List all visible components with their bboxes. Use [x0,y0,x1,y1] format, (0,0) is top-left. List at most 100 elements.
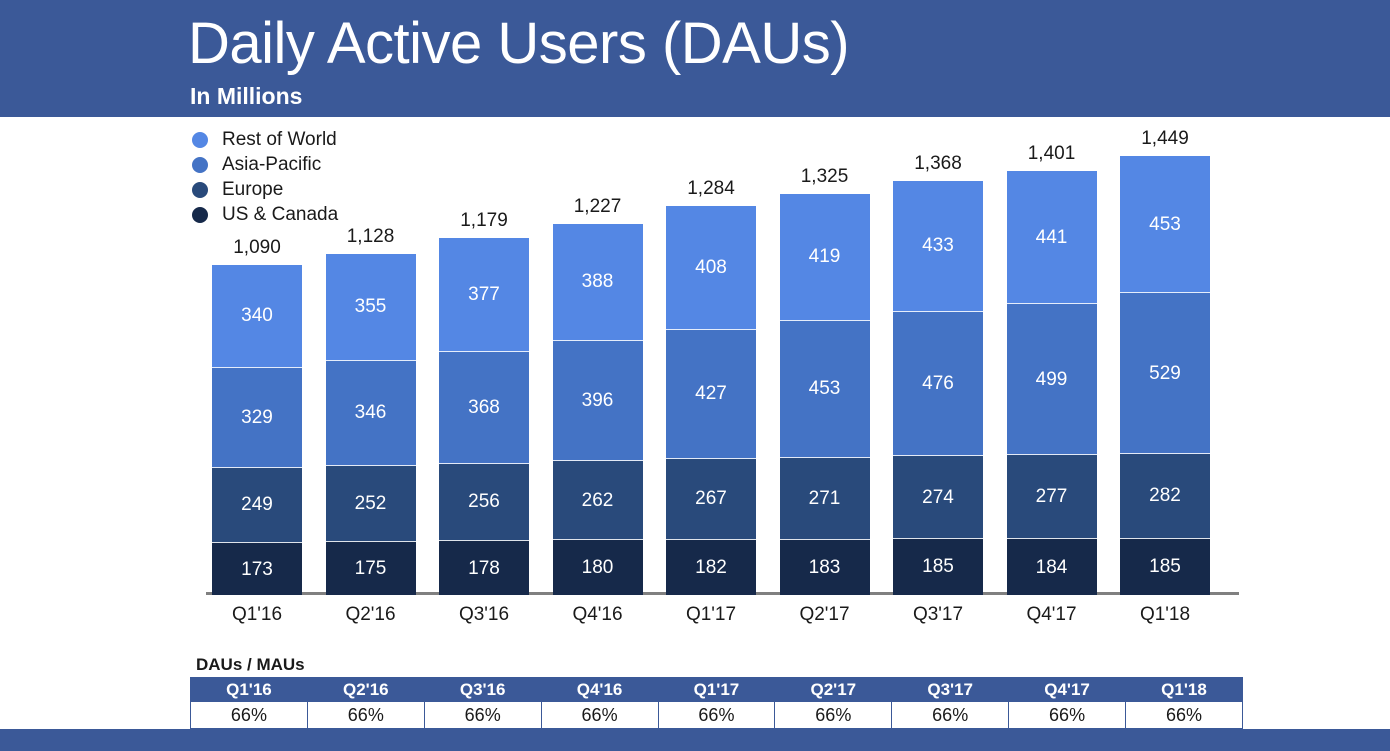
bar-segment[interactable]: 182 [666,539,756,595]
bar-segment[interactable]: 408 [666,206,756,330]
bar-segment[interactable]: 427 [666,329,756,460]
bar-segment[interactable]: 184 [1006,539,1097,595]
bar-segment[interactable]: 453 [779,320,870,458]
bar-segment-value: 274 [922,486,954,508]
bar-segment-value: 408 [695,257,727,279]
bar-segment-value: 355 [354,296,387,318]
bar-stack: 453 529 282 185 [1120,156,1210,595]
bar-segment[interactable]: 180 [552,540,643,595]
bar-total-value: 1,325 [800,165,849,187]
ratio-table-header-cell: Q1'18 [1125,677,1243,702]
bar-segment-value: 396 [581,389,614,411]
bar-segment[interactable]: 419 [779,193,870,321]
ratio-table-header-cell: Q1'16 [190,677,308,702]
bar-total-value: 1,090 [233,237,281,258]
bar-segment-value: 182 [695,556,727,578]
bar-segment-value: 340 [241,305,273,327]
bar-segment-value: 173 [241,558,273,580]
bar-segment-value: 178 [468,557,500,579]
bar-segment[interactable]: 529 [1120,293,1210,454]
bar-segment[interactable]: 252 [325,465,416,542]
x-axis-tick-label: Q1'17 [685,604,737,625]
bar-segment[interactable]: 249 [212,467,302,543]
bar-segment[interactable]: 368 [439,352,529,464]
bar-segment[interactable]: 329 [212,367,302,468]
x-axis-tick-label: Q3'16 [458,604,510,625]
bar-segment[interactable]: 282 [1120,453,1210,539]
bar-segment[interactable]: 277 [1006,455,1097,540]
bar-segment-value: 453 [1149,213,1181,235]
bar-segment-value: 476 [922,372,954,394]
bar-stack: 355 346 252 175 [325,253,416,596]
bar-segment[interactable]: 173 [212,542,302,596]
bar-segment-value: 377 [468,284,500,306]
bar-segment[interactable]: 441 [1006,170,1097,305]
ratio-table-header-cell: Q4'17 [1008,677,1126,702]
ratio-table-header-cell: Q1'17 [657,677,776,702]
bar-segment-value: 427 [695,383,727,405]
ratio-table-value-cell: 66% [1008,701,1126,729]
bar-segment[interactable]: 388 [552,223,643,341]
bar-segment[interactable]: 271 [779,457,870,540]
ratio-table-value-cell: 66% [657,701,776,729]
x-axis-tick-label: Q2'17 [799,604,850,625]
bar-segment-value: 441 [1035,226,1068,248]
bar-stack: 433 476 274 185 [893,180,983,595]
bar-segment-value: 256 [468,491,500,513]
bar-segment[interactable]: 346 [325,360,416,466]
stacked-bar-chart: 340 329 249 173 1,090 355 346 252 175 1,128 377 368… [186,120,1246,596]
bar-segment[interactable]: 476 [893,311,983,457]
ratio-table-value-cell: 66% [306,701,425,729]
footer-band [0,729,1390,751]
bar-total-value: 1,179 [460,210,508,232]
bar-segment[interactable]: 499 [1006,304,1097,456]
header-band: Daily Active Users (DAUs) In Millions [0,0,1390,117]
bar-segment-value: 346 [354,402,387,424]
bar-segment[interactable]: 178 [439,541,529,595]
bar-segment-value: 184 [1035,556,1068,578]
ratio-table-value-cell: 66% [540,701,659,729]
bar-stack: 419 453 271 183 [779,193,870,596]
bar-segment[interactable]: 453 [1120,156,1210,294]
bar-segment-value: 277 [1035,486,1068,508]
bar-segment[interactable]: 340 [212,265,302,368]
bar-stack: 441 499 277 184 [1006,170,1097,595]
bar-segment-value: 180 [581,556,614,578]
x-axis-tick-label: Q1'16 [231,604,283,625]
bar-segment-value: 433 [922,235,954,257]
bar-segment[interactable]: 262 [552,460,643,541]
bar-segment[interactable]: 396 [552,340,643,461]
x-axis-labels: Q1'16 Q2'16 Q3'16 Q4'16 Q1'17 Q2'17 Q3'17 Q4'17… [186,604,1246,634]
bar-segment[interactable]: 355 [325,253,416,361]
bar-total-value: 1,449 [1141,128,1189,150]
bar-segment[interactable]: 433 [893,180,983,312]
bar-segment[interactable]: 185 [1120,538,1210,595]
x-axis-tick-label: Q2'16 [345,604,396,625]
bar-segment-value: 499 [1035,368,1068,390]
page-title: Daily Active Users (DAUs) [188,11,850,76]
bar-segment-value: 329 [241,406,273,428]
bar-segment[interactable]: 185 [893,538,983,595]
bar-segment[interactable]: 274 [893,456,983,539]
ratio-table-header-cell: Q2'17 [774,677,893,702]
bar-segment[interactable]: 175 [325,542,416,595]
table-row: 66% 66% 66% 66% 66% 66% 66% 66% 66% [190,701,1243,729]
bar-segment[interactable]: 256 [439,463,529,542]
bar-total-value: 1,284 [687,178,735,200]
ratio-table-value-cell: 66% [891,701,1010,729]
bar-total-value: 1,368 [914,152,962,174]
bar-stack: 377 368 256 178 [439,238,529,595]
slide-canvas: Daily Active Users (DAUs) In Millions Re… [0,0,1390,751]
x-axis-tick-label: Q3'17 [912,604,964,625]
ratio-table-header-cell: Q4'16 [540,677,659,702]
bar-segment[interactable]: 183 [779,539,870,596]
ratio-table-header-cell: Q3'17 [891,677,1010,702]
bar-segment-value: 185 [922,556,954,578]
ratio-table-value-cell: 66% [423,701,542,729]
bar-segment[interactable]: 377 [439,238,529,353]
bar-segment-value: 185 [1149,556,1181,578]
bar-segment[interactable]: 267 [666,459,756,540]
bar-segment-value: 262 [581,489,614,511]
ratio-table-header-cell: Q2'16 [306,677,425,702]
bar-segment-value: 368 [468,396,500,418]
